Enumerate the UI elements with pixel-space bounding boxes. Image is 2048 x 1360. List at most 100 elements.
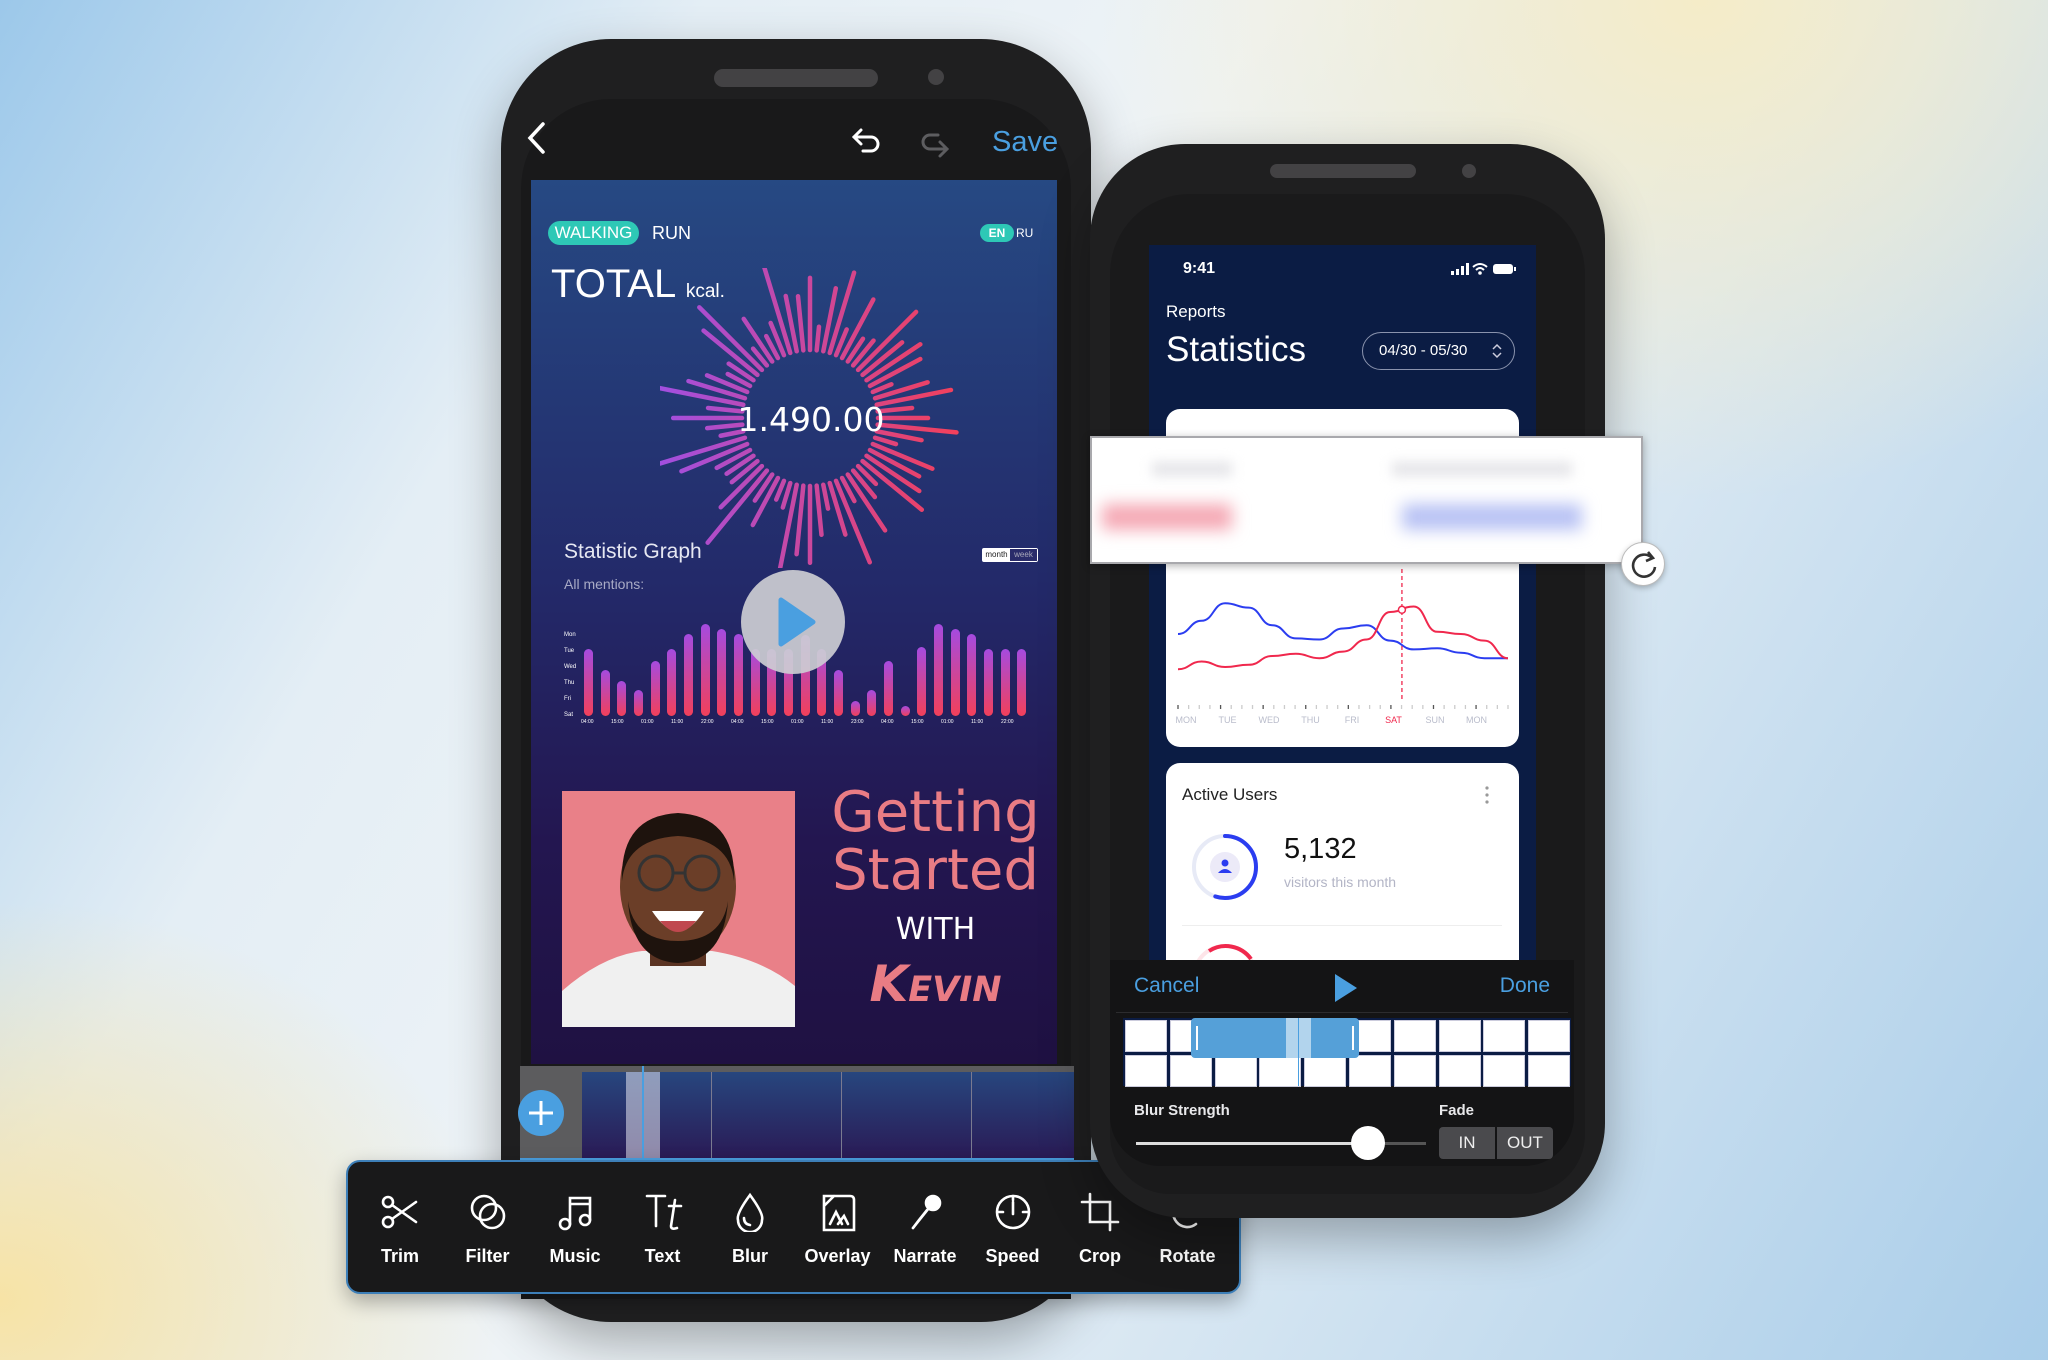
day-label: MON	[1175, 715, 1197, 725]
play-overlay-button[interactable]	[741, 570, 845, 674]
burst-ray	[697, 305, 765, 373]
blur-strength-label: Blur Strength	[1134, 1102, 1230, 1119]
rotate-icon	[1631, 551, 1657, 578]
divider	[1116, 1012, 1568, 1013]
blur-region-box[interactable]	[1090, 436, 1643, 564]
tool-text-button[interactable]: Text	[623, 1162, 703, 1296]
fade-segmented-control: IN OUT	[1439, 1127, 1553, 1159]
phone-speaker	[714, 69, 878, 87]
edit-toolbar: Trim Filter Music Text Blur Overlay Narrate Spe…	[346, 1160, 1241, 1294]
day-label: SUN	[1425, 715, 1445, 725]
bar	[900, 706, 910, 716]
slider-thumb[interactable]	[1351, 1126, 1385, 1160]
tool-music-button[interactable]: Music	[535, 1162, 615, 1296]
filmstrip-thumbnail	[1214, 1055, 1257, 1087]
x-label: 23:00	[851, 719, 864, 725]
page-subtitle: Reports	[1166, 302, 1226, 321]
range-handle-right[interactable]	[1352, 1026, 1354, 1050]
tab-run[interactable]: RUN	[652, 221, 691, 245]
rotate-handle[interactable]	[1621, 542, 1665, 586]
cancel-button[interactable]: Cancel	[1134, 974, 1199, 998]
video-preview[interactable]: WALKING RUN EN RU TOTAL kcal. 1.490.00 S…	[531, 180, 1057, 1064]
day-label: WED	[1258, 715, 1280, 725]
series-red-line	[1177, 605, 1509, 671]
presenter-photo	[562, 791, 795, 1027]
month-week-toggle[interactable]: month week	[982, 548, 1038, 562]
person-illustration	[562, 813, 795, 1027]
tool-label: Crop	[1079, 1246, 1121, 1266]
x-label: 04:00	[731, 719, 744, 725]
video-timeline[interactable]	[520, 1066, 1074, 1160]
done-button[interactable]: Done	[1500, 974, 1550, 998]
day-label: TUE	[1218, 715, 1237, 725]
day-label: FRI	[1344, 715, 1360, 725]
bar	[617, 680, 627, 716]
filmstrip-thumbnail	[1528, 1020, 1571, 1052]
status-time: 9:41	[1183, 260, 1216, 277]
filmstrip-thumbnail	[1438, 1055, 1481, 1087]
lang-ru[interactable]: RU	[1016, 224, 1033, 242]
y-label: Sat	[564, 712, 574, 718]
phone-speaker	[1270, 164, 1416, 178]
tool-speed-button[interactable]: Speed	[973, 1162, 1053, 1296]
x-label: 01:00	[941, 719, 954, 725]
playhead[interactable]	[1298, 1018, 1299, 1086]
timeline-thumbnail	[972, 1072, 1074, 1158]
filmstrip-thumbnail	[1438, 1020, 1481, 1052]
tool-overlay-button[interactable]: Overlay	[798, 1162, 878, 1296]
microphone-icon	[911, 1194, 942, 1230]
x-label: 15:00	[611, 719, 624, 725]
toggle-month[interactable]: month	[983, 549, 1010, 561]
range-handle-left[interactable]	[1196, 1026, 1198, 1050]
tool-label: Filter	[465, 1246, 510, 1266]
burst-ray	[705, 468, 770, 545]
y-label: Mon	[564, 632, 576, 638]
timeline-thumbnail	[712, 1072, 842, 1158]
fade-out-button[interactable]: OUT	[1497, 1127, 1553, 1159]
play-button[interactable]	[1332, 971, 1360, 1005]
timeline-thumbnail	[842, 1072, 972, 1158]
bar	[1017, 648, 1027, 716]
blur-strength-slider[interactable]	[1136, 1126, 1426, 1160]
tool-label: Text	[644, 1246, 681, 1266]
save-button[interactable]: Save	[992, 126, 1058, 159]
blur-range-selection[interactable]	[1191, 1018, 1359, 1058]
tool-blur-button[interactable]: Blur	[710, 1162, 790, 1296]
fade-in-button[interactable]: IN	[1439, 1127, 1495, 1159]
tool-trim-button[interactable]: Trim	[360, 1162, 440, 1296]
more-icon[interactable]	[1484, 785, 1490, 805]
tool-label: Trim	[380, 1246, 419, 1266]
x-label: 15:00	[761, 719, 774, 725]
bar	[600, 670, 610, 716]
back-icon[interactable]	[525, 120, 549, 156]
burst-ray	[827, 480, 848, 537]
toggle-week[interactable]: week	[1010, 549, 1037, 561]
y-label: Thu	[564, 680, 575, 686]
tool-narrate-button[interactable]: Narrate	[885, 1162, 965, 1296]
tool-label: Speed	[985, 1246, 1040, 1266]
scissors-icon	[381, 1195, 418, 1229]
date-range-select[interactable]: 04/30 - 05/30	[1362, 332, 1515, 370]
bar	[850, 701, 860, 716]
redo-icon[interactable]	[918, 130, 950, 160]
tool-label: Overlay	[804, 1246, 871, 1266]
filmstrip-thumbnail	[1483, 1020, 1526, 1052]
playhead[interactable]	[642, 1066, 644, 1158]
x-label: 01:00	[641, 719, 654, 725]
active-users-card: Active Users 5,132 visitors this month	[1166, 763, 1519, 960]
lang-en[interactable]: EN	[980, 224, 1014, 242]
crop-icon	[1080, 1192, 1120, 1232]
filmstrip-thumbnail	[1304, 1055, 1347, 1087]
droplet-icon	[736, 1192, 764, 1232]
bar	[834, 670, 843, 716]
filmstrip-thumbnail	[1169, 1055, 1212, 1087]
overlay-icon	[822, 1194, 855, 1232]
undo-icon[interactable]	[851, 126, 883, 156]
blurred-content	[1152, 462, 1232, 476]
tool-filter-button[interactable]: Filter	[448, 1162, 528, 1296]
tool-label: Rotate	[1159, 1246, 1216, 1266]
burst-ray	[777, 482, 799, 568]
add-clip-button[interactable]	[518, 1090, 564, 1136]
chevron-updown-icon	[1492, 343, 1502, 359]
tab-walking[interactable]: WALKING	[548, 221, 639, 245]
